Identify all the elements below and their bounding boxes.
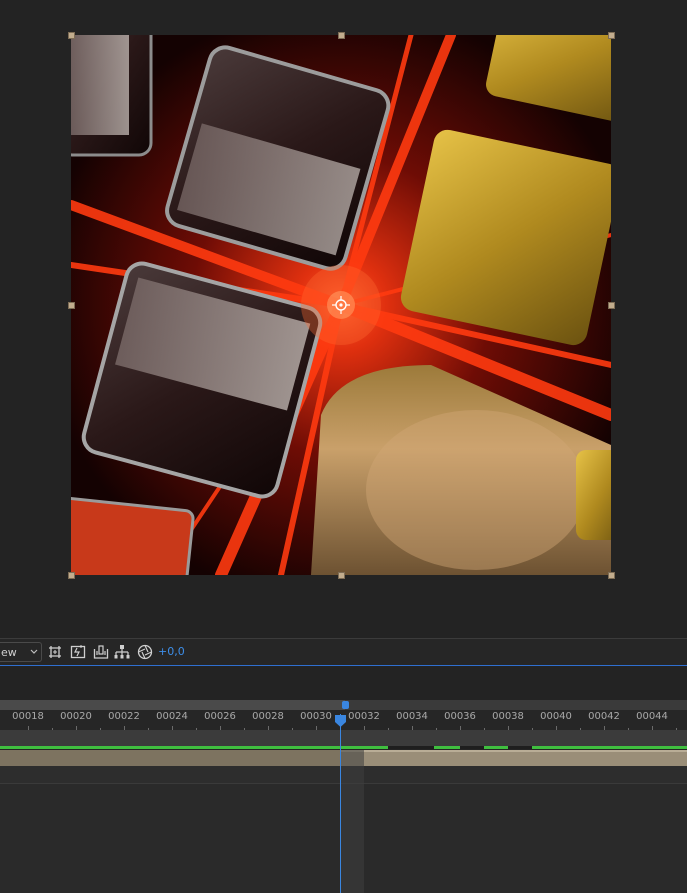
transform-handle-middle-left[interactable] — [68, 302, 75, 309]
view-layout-select-label: ew — [1, 646, 17, 659]
chevron-down-icon — [30, 649, 38, 654]
ruler-label: 00036 — [444, 711, 476, 722]
uncached-segment — [460, 746, 484, 749]
ruler-label: 00026 — [204, 711, 236, 722]
timeline-panel[interactable]: 00018 00020 00022 00024 00026 00028 0003… — [0, 666, 687, 893]
transform-handle-bottom-left[interactable] — [68, 572, 75, 579]
ruler-label: 00044 — [636, 711, 668, 722]
ruler-label: 00022 — [108, 711, 140, 722]
layer-duration-bar[interactable] — [340, 750, 687, 766]
region-of-interest-icon[interactable] — [46, 643, 64, 661]
viewer-toolbar: ew +0,0 — [0, 638, 687, 666]
ruler-label: 00024 — [156, 711, 188, 722]
current-frame-band — [341, 750, 364, 893]
work-area-end-handle[interactable] — [342, 701, 349, 709]
ram-cache-indicator — [0, 746, 687, 749]
uncached-segment — [508, 746, 532, 749]
ruler-label: 00032 — [348, 711, 380, 722]
composition-viewer[interactable] — [0, 0, 687, 638]
snapshot-icon[interactable] — [69, 643, 87, 661]
ruler-label: 00020 — [60, 711, 92, 722]
show-channel-icon[interactable] — [92, 643, 110, 661]
exposure-value[interactable]: +0,0 — [158, 645, 185, 659]
ruler-label: 00042 — [588, 711, 620, 722]
current-time-indicator-head-icon[interactable] — [334, 714, 347, 728]
transform-handle-middle-right[interactable] — [608, 302, 615, 309]
ruler-label: 00028 — [252, 711, 284, 722]
transform-handle-top-center[interactable] — [338, 32, 345, 39]
anchor-point-icon[interactable] — [332, 296, 350, 314]
ruler-label: 00040 — [540, 711, 572, 722]
view-layout-select[interactable]: ew — [0, 642, 42, 662]
current-time-indicator-line[interactable] — [340, 714, 341, 893]
uncached-segment — [388, 746, 434, 749]
ruler-label: 00018 — [12, 711, 44, 722]
cache-row — [0, 730, 687, 746]
ruler-label: 00034 — [396, 711, 428, 722]
resolution-icon[interactable] — [113, 643, 131, 661]
exposure-reset-icon[interactable] — [136, 643, 154, 661]
transform-handle-top-left[interactable] — [68, 32, 75, 39]
layer-bar-highlight — [340, 750, 687, 752]
transform-handle-bottom-right[interactable] — [608, 572, 615, 579]
layer-duration-bar-past[interactable] — [0, 750, 340, 766]
transform-handle-top-right[interactable] — [608, 32, 615, 39]
ruler-label: 00038 — [492, 711, 524, 722]
ruler-label: 00030 — [300, 711, 332, 722]
transform-handle-bottom-center[interactable] — [338, 572, 345, 579]
work-area-range — [0, 700, 345, 710]
